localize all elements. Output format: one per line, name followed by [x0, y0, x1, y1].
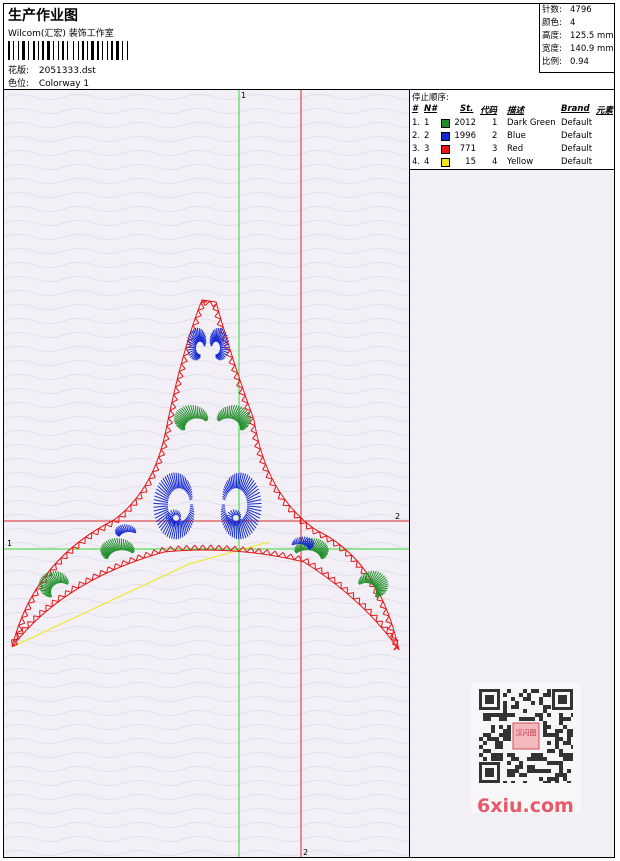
header-index: #: [412, 104, 418, 114]
design-file-label: 花版:: [8, 66, 30, 76]
design-preview: 1 1 2 2: [4, 90, 410, 857]
colorway-value: Colorway 1: [38, 79, 90, 89]
row-brand: Default: [561, 157, 593, 167]
row-number: 2: [424, 131, 430, 141]
header-number: N#: [424, 104, 438, 114]
watermark-text: 6xiu.com: [477, 795, 574, 817]
stat-width: 宽度: 140.9 mm: [542, 44, 614, 54]
stat-height: 高度: 125.5 mm: [542, 31, 614, 41]
row-description: Blue: [507, 131, 526, 141]
color-sequence-row: 3. 3 3 Red Default 771: [410, 144, 614, 157]
stat-stitches: 针数: 4796: [542, 5, 592, 15]
row-index: 4.: [412, 157, 421, 167]
header-description: 描述: [507, 106, 525, 116]
row-description: Dark Green: [507, 118, 556, 128]
production-sheet: 生产作业图 Wilcom(汇宏) 装饰工作室 花版: 2051333.dst 色…: [3, 3, 615, 858]
header-code: 代码: [480, 106, 498, 116]
row-brand: Default: [561, 131, 593, 141]
row-code: 2: [492, 131, 498, 141]
guide-red-horizontal-label: 2: [395, 512, 400, 521]
row-stitches: 2012: [454, 118, 476, 128]
row-code: 4: [492, 157, 498, 167]
design-stats: 针数: 4796 颜色: 4 高度: 125.5 mm 宽度: 140.9 mm 比例:…: [539, 4, 614, 73]
row-stitches: 771: [459, 144, 476, 154]
row-code: 3: [492, 144, 498, 154]
row-index: 3.: [412, 144, 421, 154]
guide-green-vertical-label: 1: [241, 91, 246, 100]
stat-scale: 比例: 0.94: [542, 57, 589, 67]
row-brand: Default: [561, 144, 593, 154]
row-description: Red: [507, 144, 524, 154]
row-description: Yellow: [507, 157, 534, 167]
qr-code: 汉闪图: [479, 689, 573, 783]
color-sequence-table: 停止顺序: # N# St. 代码 描述 Brand 元素 1. 1 1 Dark G…: [410, 90, 614, 170]
embroidery-canvas: 1 1 2 2: [4, 90, 409, 857]
colorway-label: 色位:: [8, 79, 30, 89]
thread-color-swatch: [441, 158, 450, 167]
thread-color-swatch: [441, 145, 450, 154]
header-brand: Brand: [561, 104, 590, 114]
stat-colors: 颜色: 4: [542, 18, 576, 28]
row-brand: Default: [561, 118, 593, 128]
row-number: 4: [424, 157, 430, 167]
row-code: 1: [492, 118, 498, 128]
guide-green-horizontal-label: 1: [7, 539, 12, 548]
row-index: 1.: [412, 118, 421, 128]
qr-stamp-text: 汉闪图: [516, 728, 537, 737]
software-name: Wilcom(汇宏) 装饰工作室: [8, 29, 114, 39]
thread-color-swatch: [441, 132, 450, 141]
design-file-row: 花版: 2051333.dst: [8, 63, 96, 76]
qr-code-watermark: 汉闪图: [471, 683, 581, 813]
sheet-header: 生产作业图 Wilcom(汇宏) 装饰工作室 花版: 2051333.dst 色…: [4, 4, 614, 90]
row-number: 3: [424, 144, 430, 154]
barcode: [8, 41, 128, 60]
color-sequence-row: 1. 1 1 Dark Green Default 2012: [410, 118, 614, 131]
color-sequence-panel: 停止顺序: # N# St. 代码 描述 Brand 元素 1. 1 1 Dark G…: [410, 90, 614, 857]
design-file-name: 2051333.dst: [38, 66, 96, 76]
color-sequence-row: 4. 4 4 Yellow Default 15: [410, 157, 614, 170]
color-sequence-row: 2. 2 2 Blue Default 1996: [410, 131, 614, 144]
thread-color-swatch: [441, 119, 450, 128]
colorway-row: 色位: Colorway 1: [8, 76, 89, 89]
header-element: 元素: [596, 106, 614, 116]
row-number: 1: [424, 118, 430, 128]
guide-red-vertical-label: 2: [303, 848, 308, 857]
sheet-title: 生产作业图: [8, 8, 78, 24]
header-stitches: St.: [460, 104, 474, 114]
row-index: 2.: [412, 131, 421, 141]
row-stitches: 1996: [454, 131, 476, 141]
stop-sequence-label: 停止顺序:: [412, 93, 449, 103]
row-stitches: 15: [465, 157, 476, 167]
